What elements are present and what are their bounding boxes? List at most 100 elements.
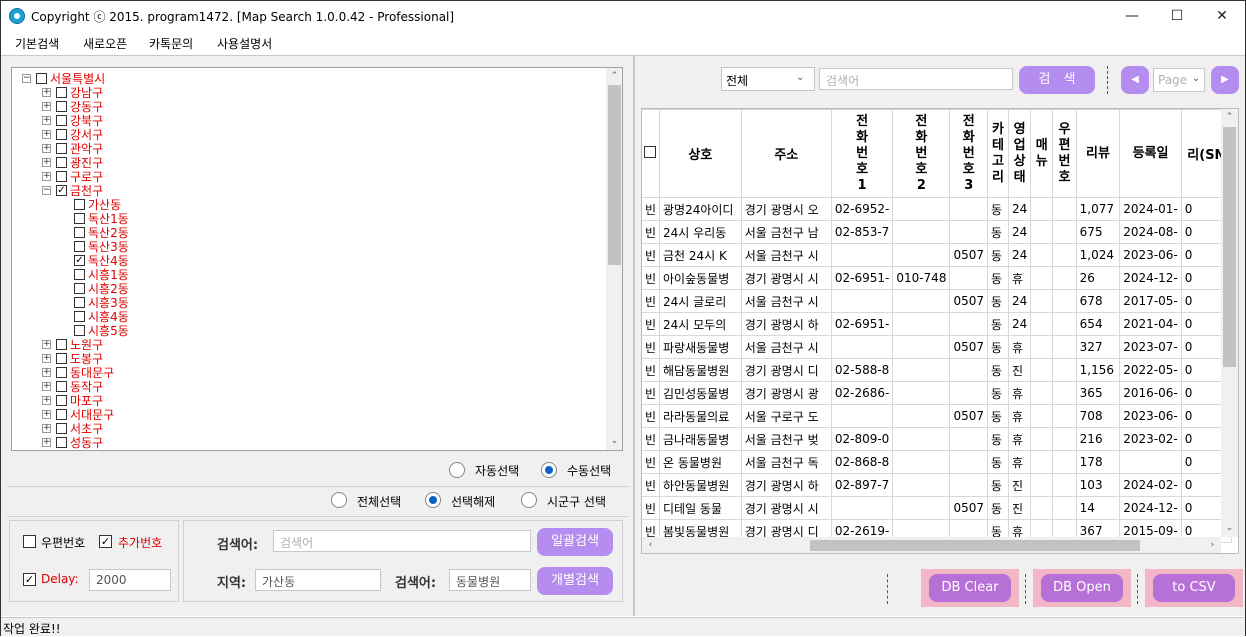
tree-checkbox[interactable] [56,143,67,154]
table-row[interactable]: 빈 금나래동물병 서울 금천구 벚 02-809-0 동 휴 216 2023-02- 0 [642,427,1233,451]
table-cell[interactable]: 24 [1007,243,1032,267]
table-cell[interactable] [1030,266,1054,290]
table-cell[interactable] [949,450,988,474]
scroll-down-icon[interactable]: ⌄ [606,433,622,450]
tree-checkbox[interactable] [56,339,67,350]
tree-checkbox[interactable] [74,283,85,294]
expand-icon[interactable]: + [42,102,51,111]
table-cell[interactable] [892,450,951,474]
expand-icon[interactable]: + [42,88,51,97]
table-cell[interactable]: 1,077 [1075,197,1121,221]
table-cell[interactable]: 해담동물병원 [659,358,742,382]
table-cell[interactable] [1030,404,1054,428]
column-header[interactable]: 리뷰 [1075,109,1121,198]
table-cell[interactable] [892,473,951,497]
page-select[interactable]: Page ⌄ [1153,68,1205,92]
tree-checkbox[interactable] [56,437,67,448]
deselect-radio[interactable] [425,492,441,508]
table-cell[interactable] [1030,427,1054,451]
tree-item[interactable]: 독산2동 [12,226,592,240]
table-cell[interactable] [830,243,894,267]
collapse-icon[interactable]: − [42,186,51,195]
table-cell[interactable]: 서울 금천구 남 [740,220,832,244]
tree-item[interactable]: + 성동구 [12,436,592,450]
table-cell[interactable]: 1,024 [1075,243,1121,267]
table-cell[interactable]: 2024-01- [1119,197,1182,221]
table-cell[interactable]: 동 [987,266,1009,290]
tree-scroll-thumb[interactable] [608,85,621,265]
table-cell[interactable]: 24 [1007,289,1032,313]
table-cell[interactable]: 0507 [949,289,988,313]
table-cell[interactable] [892,496,951,520]
table-cell[interactable]: 금나래동물병 [659,427,742,451]
table-cell[interactable] [1052,473,1077,497]
table-cell[interactable]: 24 [1007,197,1032,221]
tree-checkbox[interactable] [56,115,67,126]
delay-input[interactable]: 2000 [89,569,171,591]
table-cell[interactable]: 경기 광명시 시 [740,496,832,520]
tree-checkbox[interactable]: ✓ [56,185,67,196]
table-cell[interactable]: 216 [1075,427,1121,451]
table-cell[interactable] [892,404,951,428]
tree-checkbox[interactable] [74,311,85,322]
table-cell[interactable] [830,335,894,359]
tree-checkbox[interactable] [74,199,85,210]
table-cell[interactable]: 디테일 동물 [659,496,742,520]
tree-item[interactable]: + 강동구 [12,100,592,114]
expand-icon[interactable]: + [42,438,51,447]
table-cell[interactable] [1030,473,1054,497]
tree-item[interactable]: + 강남구 [12,86,592,100]
tree-checkbox[interactable] [74,269,85,280]
table-row[interactable]: 빈 하안동물병원 경기 광명시 하 02-897-7 동 진 103 2024-02- 0 [642,473,1233,497]
column-header[interactable]: 카테고리 [987,109,1009,198]
table-cell[interactable]: 327 [1075,335,1121,359]
table-cell[interactable]: 708 [1075,404,1121,428]
table-cell[interactable]: 경기 광명시 오 [740,197,832,221]
table-cell[interactable] [1052,358,1077,382]
tree-checkbox[interactable] [56,157,67,168]
table-cell[interactable]: 서울 금천구 독 [740,450,832,474]
expand-icon[interactable]: + [42,130,51,139]
to-csv-button[interactable]: to CSV [1153,574,1235,602]
table-cell[interactable]: 02-897-7 [830,473,894,497]
column-header[interactable]: 우편번호 [1052,109,1077,198]
table-cell[interactable]: 2022-05- [1119,358,1182,382]
table-cell[interactable]: 금천 24시 K [659,243,742,267]
table-cell[interactable]: 동 [987,496,1009,520]
table-cell[interactable]: 0507 [949,335,988,359]
table-cell[interactable]: 동 [987,243,1009,267]
table-cell[interactable]: 휴 [1007,450,1032,474]
table-cell[interactable] [1030,289,1054,313]
delay-checkbox[interactable]: ✓ [23,573,36,586]
table-cell[interactable]: 2023-06- [1119,404,1182,428]
expand-icon[interactable]: + [42,172,51,181]
table-cell[interactable] [1030,312,1054,336]
manual-select-radio[interactable] [541,462,557,478]
tree-scrollbar[interactable]: ⌃ ⌄ [606,68,622,450]
table-cell[interactable]: 경기 광명시 시 [740,266,832,290]
table-cell[interactable]: 010-748 [892,266,951,290]
column-header[interactable]: 영업상태 [1007,109,1032,198]
scroll-up-icon[interactable]: ⌃ [1221,109,1238,126]
tree-item[interactable]: 시흥2동 [12,282,592,296]
single-keyword-input[interactable]: 동물병원 [449,569,531,591]
tree-item[interactable]: + 구로구 [12,170,592,184]
maximize-button[interactable]: ☐ [1154,1,1200,31]
table-row[interactable]: 빈 광명24아이디 경기 광명시 오 02-6952- 동 24 1,077 2024-01-… [642,197,1233,221]
table-cell[interactable] [1052,289,1077,313]
table-cell[interactable] [949,381,988,405]
single-search-button[interactable]: 개별검색 [537,567,613,595]
table-cell[interactable]: 서울 금천구 시 [740,289,832,313]
tree-item[interactable]: + 도봉구 [12,352,592,366]
tree-checkbox[interactable]: ✓ [74,255,85,266]
table-cell[interactable]: 675 [1075,220,1121,244]
table-cell[interactable]: 휴 [1007,404,1032,428]
column-header[interactable]: 주소 [740,109,832,198]
table-cell[interactable]: 휴 [1007,266,1032,290]
tree-item[interactable]: 시흥3동 [12,296,592,310]
table-cell[interactable]: 02-2686- [830,381,894,405]
scroll-right-icon[interactable]: › [1204,537,1221,553]
table-cell[interactable]: 02-588-8 [830,358,894,382]
table-cell[interactable] [830,289,894,313]
table-cell[interactable]: 동 [987,450,1009,474]
